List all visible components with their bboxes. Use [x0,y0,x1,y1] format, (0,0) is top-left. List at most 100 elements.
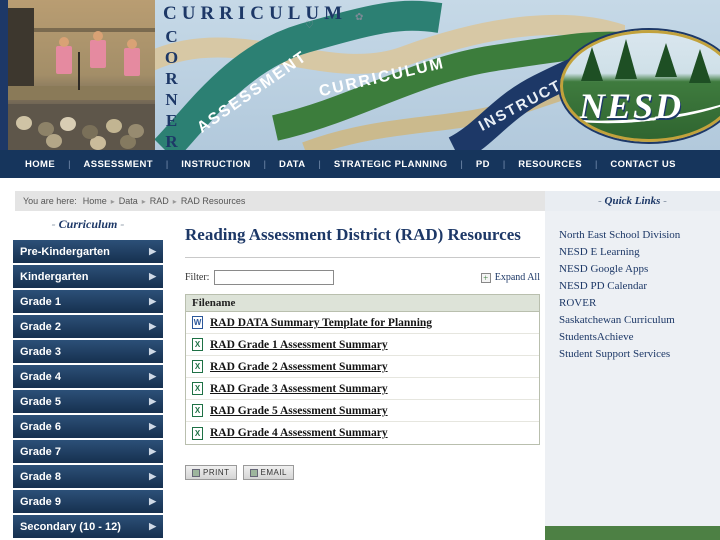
table-row: X RAD Grade 2 Assessment Summary [186,356,539,379]
nav-item: STRATEGIC PLANNING | [321,159,463,170]
expand-plus-icon [480,272,491,283]
table-row: X RAD Grade 3 Assessment Summary [186,378,539,401]
breadcrumb-item: RAD Resources [179,196,248,206]
sidebar-item-grade-9[interactable]: Grade 9 ▶ [13,490,163,513]
sidebar-item-label: Secondary (10 - 12) [20,520,121,533]
sidebar-item-grade-4[interactable]: Grade 4 ▶ [13,365,163,388]
quick-link-student-support-services[interactable]: Student Support Services [559,346,720,363]
nav-item: PD | [463,159,505,170]
breadcrumb-strip: You are here: Home ▸ Data ▸ RAD ▸ RAD Re… [0,191,720,211]
file-link[interactable]: RAD Grade 3 Assessment Summary [210,383,388,395]
chevron-right-icon: ▶ [149,371,156,381]
sidebar-item-label: Grade 7 [20,445,61,458]
file-table-header: Filename [186,295,539,313]
nav-item: CONTACT US [597,159,689,170]
main-nav: HOME | ASSESSMENT | INSTRUCTION | DATA |… [0,150,720,178]
word-icon: W [192,316,203,330]
nav-item: DATA | [266,159,321,170]
nav-list: HOME | ASSESSMENT | INSTRUCTION | DATA |… [12,159,689,170]
quick-links-panel: North East School Division NESD E Learni… [545,211,720,540]
tree-icon [655,43,677,77]
sidebar-item-grade-8[interactable]: Grade 8 ▶ [13,465,163,488]
sidebar-item-label: Grade 6 [20,420,61,433]
quick-link-nesd-e-learning[interactable]: NESD E Learning [559,244,720,261]
breadcrumb-link[interactable]: RAD [148,196,171,206]
breadcrumb-link[interactable]: Home [81,196,109,206]
sidebar-item-grade-1[interactable]: Grade 1 ▶ [13,290,163,313]
sidebar-list: Pre-Kindergarten ▶ Kindergarten ▶ Grade … [13,240,165,538]
table-row: W RAD DATA Summary Template for Planning [186,312,539,335]
chevron-right-icon: ▶ [149,421,156,431]
quick-link-north-east-school-division[interactable]: North East School Division [559,227,720,244]
sidebar-item-grade-6[interactable]: Grade 6 ▶ [13,415,163,438]
print-button[interactable]: Print [185,465,237,481]
sidebar-item-label: Grade 8 [20,470,61,483]
breadcrumb-arrow-icon: ▸ [110,196,115,206]
breadcrumb-arrow-icon: ▸ [141,196,146,206]
sidebar-item-kindergarten[interactable]: Kindergarten ▶ [13,265,163,288]
sidebar-item-grade-7[interactable]: Grade 7 ▶ [13,440,163,463]
quick-links-list: North East School Division NESD E Learni… [559,227,720,363]
email-button[interactable]: Email [242,465,295,481]
breadcrumb-link[interactable]: Data [117,196,140,206]
expand-all-label: Expand All [494,272,540,284]
quick-link-rover[interactable]: ROVER [559,295,720,312]
excel-icon: X [192,360,203,374]
nav-item: ASSESSMENT | [70,159,168,170]
chevron-right-icon: ▶ [149,396,156,406]
nav-item-label[interactable]: DATA [266,159,319,170]
content: Curriculum Pre-Kindergarten ▶ Kindergart… [0,211,720,540]
nav-item-label[interactable]: INSTRUCTION [168,159,263,170]
sidebar-item-label: Grade 5 [20,395,61,408]
svg-text:✿: ✿ [355,12,363,23]
quick-link-studentsachieve[interactable]: StudentsAchieve [559,329,720,346]
sidebar-item-pre-kindergarten[interactable]: Pre-Kindergarten ▶ [13,240,163,263]
banner: CURRICULUM CORNER ♡ ✿ ASSESSMENT CURRICU… [0,0,720,150]
file-table-body: W RAD DATA Summary Template for Planning… [186,312,539,445]
tree-icon [615,39,637,79]
site-title-side: CORNER [162,27,181,150]
banner-photo [8,0,155,150]
table-row: X RAD Grade 5 Assessment Summary [186,400,539,423]
file-link[interactable]: RAD DATA Summary Template for Planning [210,317,432,329]
table-row: X RAD Grade 4 Assessment Summary [186,422,539,445]
quick-link-saskatchewan-curriculum[interactable]: Saskatchewan Curriculum [559,312,720,329]
filter-label: Filter: [185,272,210,284]
sidebar-item-secondary-10-12[interactable]: Secondary (10 - 12) ▶ [13,515,163,538]
nav-item-label[interactable]: CONTACT US [597,159,689,170]
nav-item-label[interactable]: RESOURCES [505,159,595,170]
sidebar-heading: Curriculum [13,217,163,232]
quick-link-nesd-google-apps[interactable]: NESD Google Apps [559,261,720,278]
file-link[interactable]: RAD Grade 2 Assessment Summary [210,361,388,373]
sidebar-item-label: Grade 9 [20,495,61,508]
nav-item-label[interactable]: STRATEGIC PLANNING [321,159,461,170]
breadcrumb-link: RAD Resources [180,196,246,206]
sidebar-item-grade-2[interactable]: Grade 2 ▶ [13,315,163,338]
sidebar-item-grade-5[interactable]: Grade 5 ▶ [13,390,163,413]
filter-input[interactable] [214,270,335,286]
sidebar-item-label: Pre-Kindergarten [20,245,110,258]
sidebar-item-label: Grade 1 [20,295,61,308]
chevron-right-icon: ▶ [149,271,156,281]
expand-all-button[interactable]: Expand All [480,272,540,284]
quick-link-nesd-pd-calendar[interactable]: NESD PD Calendar [559,278,720,295]
nesd-logo: NESD [560,30,720,142]
chevron-right-icon: ▶ [149,246,156,256]
sidebar-item-label: Kindergarten [20,270,89,283]
page-title: Reading Assessment District (RAD) Resour… [185,225,540,259]
excel-icon: X [192,338,203,352]
file-link[interactable]: RAD Grade 1 Assessment Summary [210,339,388,351]
green-footer [545,526,720,540]
nav-item-label[interactable]: ASSESSMENT [70,159,165,170]
file-link[interactable]: RAD Grade 4 Assessment Summary [210,427,388,439]
print-icon [192,468,200,477]
chevron-right-icon: ▶ [149,521,156,531]
sidebar-item-grade-3[interactable]: Grade 3 ▶ [13,340,163,363]
file-link[interactable]: RAD Grade 5 Assessment Summary [210,405,388,417]
nav-item: RESOURCES | [505,159,597,170]
sidebar-item-label: Grade 2 [20,320,61,333]
site-title-top: CURRICULUM [163,3,348,24]
sidebar-item-label: Grade 3 [20,345,61,358]
nav-item-label[interactable]: HOME [12,159,68,170]
nav-item-label[interactable]: PD [463,159,503,170]
